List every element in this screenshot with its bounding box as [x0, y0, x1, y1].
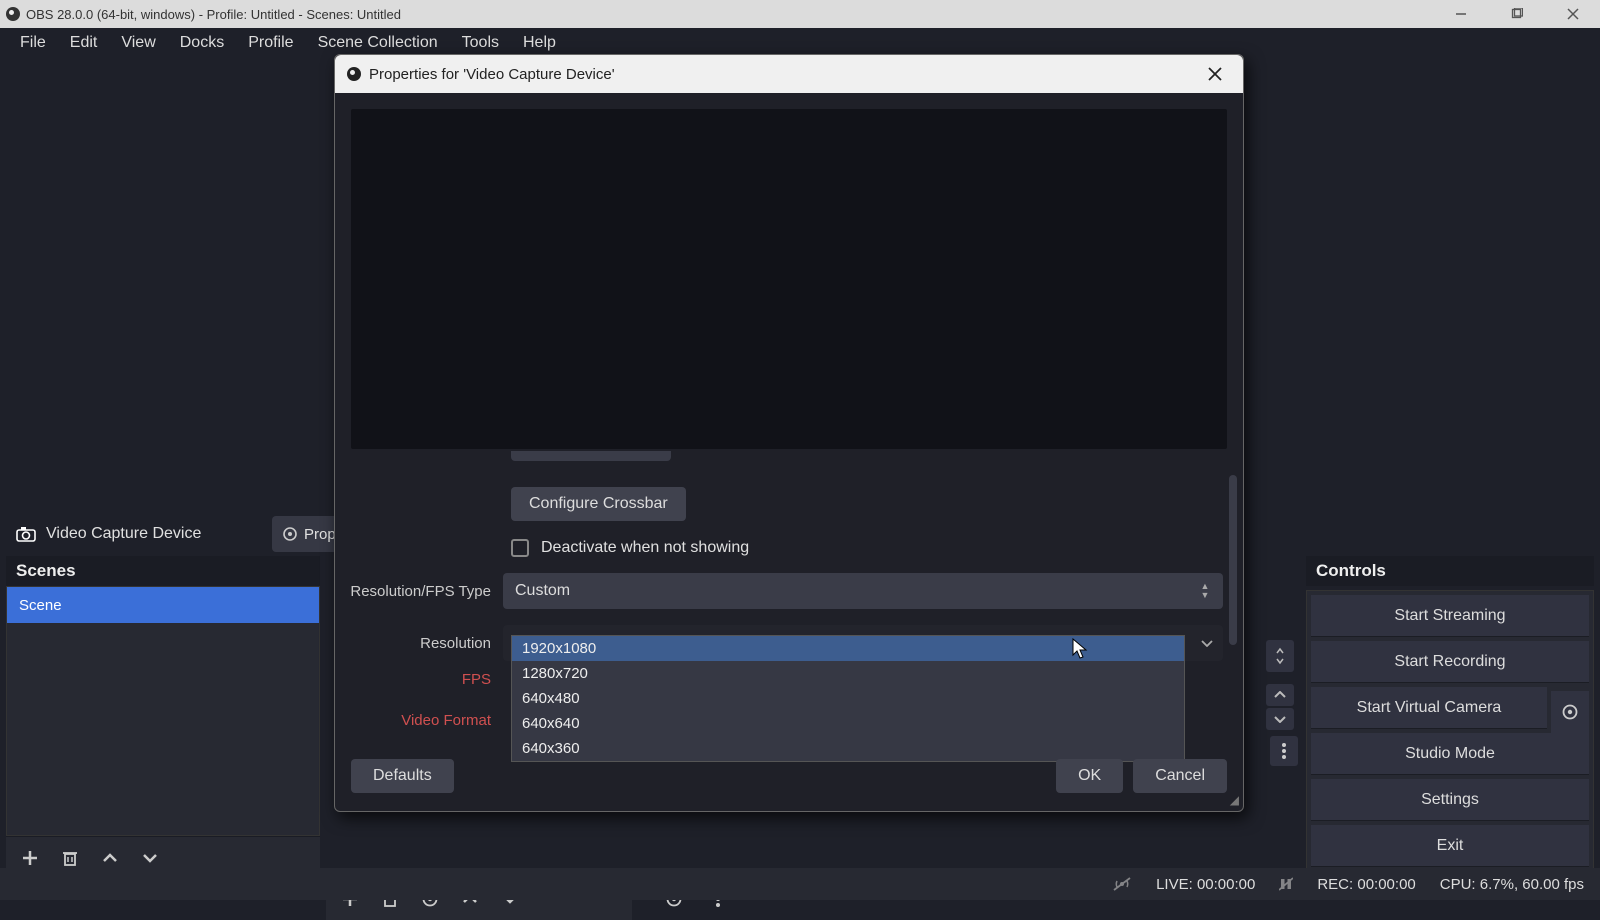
- deactivate-checkbox-row[interactable]: Deactivate when not showing: [511, 539, 1243, 557]
- scene-item[interactable]: Scene: [7, 587, 319, 623]
- resolution-dropdown: 1920x1080 1280x720 640x480 640x640 640x3…: [511, 635, 1185, 762]
- chevron-down-icon: [1201, 639, 1213, 647]
- option-label: 1920x1080: [522, 640, 596, 657]
- start-recording-button[interactable]: Start Recording: [1311, 641, 1589, 683]
- status-live-time: 00:00:00: [1197, 876, 1255, 893]
- transition-menu-button[interactable]: [1270, 736, 1298, 766]
- device-select-partial[interactable]: [511, 451, 671, 461]
- resolution-option-640x640[interactable]: 640x640: [512, 711, 1184, 736]
- option-label: 640x360: [522, 740, 580, 757]
- start-streaming-button[interactable]: Start Streaming: [1311, 595, 1589, 637]
- checkbox-icon[interactable]: [511, 539, 529, 557]
- start-virtual-camera-label: Start Virtual Camera: [1357, 699, 1502, 717]
- resolution-label: Resolution: [335, 635, 503, 652]
- defaults-label: Defaults: [373, 767, 432, 784]
- menu-file[interactable]: File: [8, 30, 58, 56]
- maximize-button[interactable]: [1496, 3, 1538, 25]
- window-titlebar: OBS 28.0.0 (64-bit, windows) - Profile: …: [0, 0, 1600, 28]
- settings-button[interactable]: Settings: [1311, 779, 1589, 821]
- menu-tools[interactable]: Tools: [450, 30, 511, 56]
- exit-button[interactable]: Exit: [1311, 825, 1589, 867]
- resolution-option-1920x1080[interactable]: 1920x1080: [512, 636, 1184, 661]
- app-icon: [347, 67, 361, 81]
- cancel-label: Cancel: [1155, 767, 1205, 784]
- dialog-scrollbar[interactable]: [1229, 475, 1237, 645]
- status-rec-label: REC:: [1317, 876, 1353, 893]
- app-icon: [6, 7, 20, 21]
- status-rec: REC: 00:00:00: [1317, 876, 1415, 893]
- status-rec-time: 00:00:00: [1357, 876, 1415, 893]
- status-cpu: CPU: 6.7%, 60.00 fps: [1440, 876, 1584, 893]
- ok-button[interactable]: OK: [1056, 759, 1123, 793]
- controls-header: Controls: [1306, 556, 1594, 586]
- deactivate-label: Deactivate when not showing: [541, 539, 749, 557]
- transition-down-button[interactable]: [1266, 708, 1294, 730]
- configure-crossbar-label: Configure Crossbar: [529, 495, 668, 512]
- gear-icon: [1561, 703, 1579, 721]
- dialog-title: Properties for 'Video Capture Device': [369, 66, 615, 83]
- defaults-button[interactable]: Defaults: [351, 759, 454, 793]
- resolution-fps-type-label: Resolution/FPS Type: [335, 583, 503, 600]
- dialog-close-button[interactable]: [1199, 62, 1231, 86]
- menu-docks[interactable]: Docks: [168, 30, 236, 56]
- cancel-button[interactable]: Cancel: [1133, 759, 1227, 793]
- source-label: Video Capture Device: [46, 525, 201, 543]
- start-recording-label: Start Recording: [1394, 653, 1505, 671]
- transition-spinner[interactable]: [1266, 640, 1294, 672]
- transition-up-button[interactable]: [1266, 684, 1294, 706]
- scenes-title: Scenes: [16, 561, 76, 581]
- resolution-option-1280x720[interactable]: 1280x720: [512, 661, 1184, 686]
- resolution-option-640x480[interactable]: 640x480: [512, 686, 1184, 711]
- resolution-fps-type-select[interactable]: Custom ▲▼: [503, 573, 1223, 609]
- dialog-titlebar[interactable]: Properties for 'Video Capture Device': [335, 55, 1243, 93]
- status-live-label: LIVE:: [1156, 876, 1193, 893]
- start-virtual-camera-button[interactable]: Start Virtual Camera: [1311, 687, 1547, 729]
- exit-label: Exit: [1437, 837, 1464, 855]
- menu-scene-collection[interactable]: Scene Collection: [306, 30, 450, 56]
- properties-dialog: Properties for 'Video Capture Device' Co…: [334, 54, 1244, 812]
- menu-profile[interactable]: Profile: [236, 30, 305, 56]
- statusbar: LIVE: 00:00:00 REC: 00:00:00 CPU: 6.7%, …: [0, 868, 1600, 900]
- virtual-camera-settings-button[interactable]: [1551, 691, 1589, 733]
- ok-label: OK: [1078, 767, 1101, 784]
- minimize-button[interactable]: [1440, 3, 1482, 25]
- option-label: 1280x720: [522, 665, 588, 682]
- pause-icon: [1279, 877, 1293, 891]
- status-live: LIVE: 00:00:00: [1156, 876, 1255, 893]
- option-label: 640x640: [522, 715, 580, 732]
- option-label: 640x480: [522, 690, 580, 707]
- studio-mode-button[interactable]: Studio Mode: [1311, 733, 1589, 775]
- resolution-option-640x360[interactable]: 640x360: [512, 736, 1184, 761]
- network-icon: [1112, 876, 1132, 892]
- fps-label: FPS: [335, 671, 503, 688]
- close-button[interactable]: [1552, 3, 1594, 25]
- scenes-header: Scenes: [6, 556, 320, 586]
- settings-label: Settings: [1421, 791, 1479, 809]
- properties-label: Prop: [304, 526, 336, 543]
- menu-help[interactable]: Help: [511, 30, 568, 56]
- window-title: OBS 28.0.0 (64-bit, windows) - Profile: …: [26, 7, 401, 22]
- controls-title: Controls: [1316, 561, 1386, 581]
- resolution-fps-type-value: Custom: [515, 582, 570, 600]
- configure-crossbar-button[interactable]: Configure Crossbar: [511, 487, 686, 521]
- scenes-list: Scene: [6, 586, 320, 836]
- video-preview: [351, 109, 1227, 449]
- camera-icon: [16, 526, 36, 542]
- menu-edit[interactable]: Edit: [58, 30, 110, 56]
- menu-view[interactable]: View: [109, 30, 167, 56]
- spinner-icon[interactable]: ▲▼: [1191, 576, 1219, 606]
- studio-mode-label: Studio Mode: [1405, 745, 1495, 763]
- start-streaming-label: Start Streaming: [1394, 607, 1505, 625]
- video-format-label: Video Format: [335, 712, 503, 729]
- resize-grip-icon[interactable]: ◢: [1230, 793, 1239, 807]
- gear-icon: [282, 526, 298, 542]
- scene-item-label: Scene: [19, 597, 62, 614]
